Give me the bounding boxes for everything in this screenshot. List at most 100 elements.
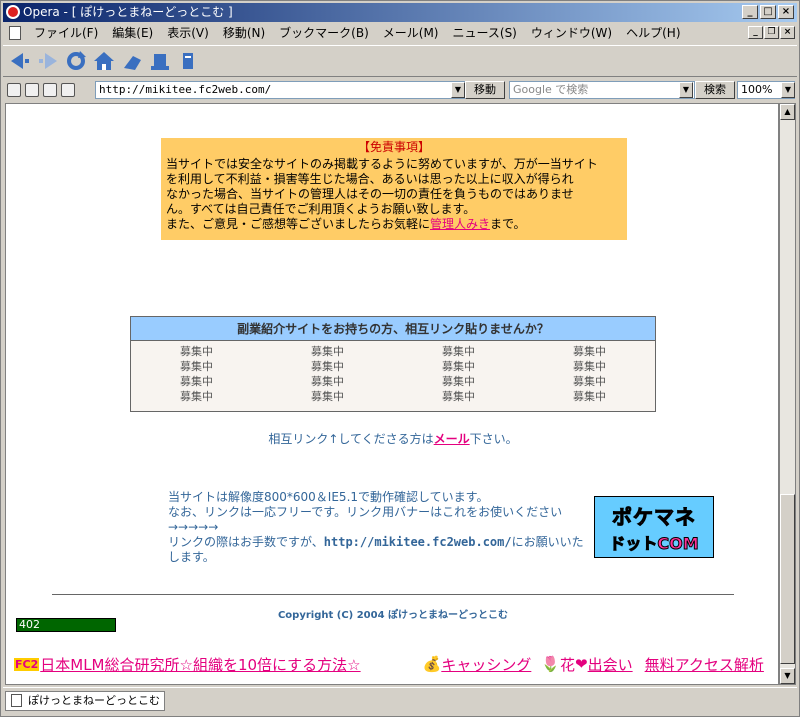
- maximize-button[interactable]: □: [760, 5, 776, 19]
- banner-line2: ドットCOM: [609, 533, 699, 553]
- mutual-prefix: 相互リンク↑してくださる方は: [268, 432, 434, 446]
- recruit-cell: 募集中: [311, 390, 344, 403]
- disclaimer-title: 【免責事項】: [357, 140, 430, 154]
- recruit-cell: 募集中: [180, 345, 213, 358]
- recruit-grid: 募集中 募集中 募集中 募集中 募集中 募集中 募集中 募集中 募集中 募集中 募集中 募集中 募集中募…: [131, 341, 655, 404]
- document-icon: [9, 26, 21, 40]
- recruit-cell: 募集中: [311, 360, 344, 373]
- navigation-toolbar: [3, 45, 797, 77]
- info-line: なお、リンクは一応フリーです。リンク用バナーはこれをお使いください: [168, 505, 563, 519]
- menu-view[interactable]: 表示(V): [160, 23, 216, 43]
- home-icon[interactable]: [93, 50, 115, 72]
- disclaimer-contact-line: また、ご意見・ご感想等ございましたらお気軽に管理人みきまで。: [166, 217, 622, 232]
- cashing-link[interactable]: キャッシング: [441, 654, 531, 675]
- copyright: Copyright (C) 2004 ぽけっとまねーどっとこむ: [277, 610, 509, 621]
- flower-label: 花: [560, 655, 576, 674]
- recruit-cell: 募集中: [442, 360, 475, 373]
- search-engine-dropdown[interactable]: ▼: [679, 82, 693, 98]
- flower-icon: 🌷: [541, 655, 561, 673]
- address-toolbar: http://mikitee.fc2web.com/ ▼ 移動 Google で…: [3, 79, 797, 101]
- info-prefix: リンクの際はお手数ですが、: [168, 535, 324, 549]
- contact-suffix: まで。: [490, 217, 526, 231]
- recruit-cell: 募集中: [573, 345, 606, 358]
- recruit-cell: 募集中: [180, 375, 213, 388]
- scroll-thumb[interactable]: [780, 494, 795, 664]
- banner-line1: ポケマネ: [612, 504, 696, 529]
- recruit-cell: 募集中: [311, 375, 344, 388]
- recruit-cell: 募集中: [573, 375, 606, 388]
- info-line: します。: [168, 550, 215, 564]
- menu-help[interactable]: ヘルプ(H): [619, 23, 687, 43]
- mail-link[interactable]: メール: [434, 432, 470, 446]
- tab-title: ぽけっとまねーどっとこむ: [28, 694, 160, 707]
- menu-edit[interactable]: 編集(E): [105, 23, 160, 43]
- page-icon[interactable]: [43, 83, 57, 97]
- mlm-link[interactable]: 日本MLM総合研究所☆組織を10倍にする方法☆: [40, 654, 360, 675]
- recruit-cell: 募集中: [573, 390, 606, 403]
- info-suffix: にお願いいた: [511, 535, 584, 549]
- link-banner[interactable]: ポケマネ ドットCOM: [594, 496, 714, 558]
- address-dropdown-button[interactable]: ▼: [451, 82, 465, 98]
- page-tab[interactable]: ぽけっとまねーどっとこむ: [5, 691, 165, 711]
- vertical-scrollbar[interactable]: ▲ ▼: [779, 103, 796, 685]
- fc2-footer: FC2 日本MLM総合研究所☆組織を10倍にする方法☆ 💰 キャッシング 🌷 花…: [14, 654, 774, 674]
- minimize-button[interactable]: _: [742, 5, 758, 19]
- menu-navigate[interactable]: 移動(N): [216, 23, 272, 43]
- close-button[interactable]: ×: [778, 5, 794, 19]
- menu-bookmarks[interactable]: ブックマーク(B): [272, 23, 376, 43]
- back-icon[interactable]: [9, 50, 31, 72]
- menu-window[interactable]: ウィンドウ(W): [524, 23, 619, 43]
- heart-icon: ❤: [575, 655, 588, 673]
- cookie-icon[interactable]: [25, 83, 39, 97]
- disclaimer-box: 【免責事項】 当サイトでは安全なサイトのみ掲載するように努めていますが、万が一当…: [161, 138, 627, 240]
- hotlist-icon[interactable]: [149, 50, 171, 72]
- disclaimer-line: 当サイトでは安全なサイトのみ掲載するように努めていますが、万が一当サイト: [166, 157, 598, 171]
- free-analytics-link[interactable]: 無料アクセス解析: [645, 654, 764, 675]
- page-content: 【免責事項】 当サイトでは安全なサイトのみ掲載するように努めていますが、万が一当…: [5, 103, 779, 685]
- wand-icon[interactable]: [121, 50, 143, 72]
- recruit-cell: 募集中: [180, 360, 213, 373]
- mdi-close-button[interactable]: ×: [780, 26, 795, 39]
- forward-icon[interactable]: [37, 50, 59, 72]
- scroll-down-button[interactable]: ▼: [780, 668, 795, 684]
- disclaimer-line: を利用して不利益・損害等生じた場合、あるいは思った以上に収入が得られ: [166, 172, 574, 186]
- reload-icon[interactable]: [65, 50, 87, 72]
- access-counter: 402: [16, 618, 116, 632]
- site-url: http://mikitee.fc2web.com/: [323, 535, 512, 549]
- fc2-logo[interactable]: FC2: [14, 657, 40, 671]
- mutual-link-notice: 相互リンク↑してくださる方はメール下さい。: [6, 430, 778, 447]
- info-line: 当サイトは解像度800*600＆IE5.1で動作確認しています。: [168, 490, 489, 504]
- info-line: リンクの際はお手数ですが、http://mikitee.fc2web.com/に…: [168, 535, 588, 550]
- print-icon[interactable]: [177, 50, 199, 72]
- admin-link[interactable]: 管理人みき: [430, 217, 490, 231]
- recruit-cell: 募集中: [573, 360, 606, 373]
- user-icon[interactable]: [61, 83, 75, 97]
- site-info: 当サイトは解像度800*600＆IE5.1で動作確認しています。 なお、リンクは…: [168, 490, 588, 565]
- document-icon: [11, 694, 22, 707]
- info-arrows: →→→→→: [168, 520, 219, 534]
- address-input[interactable]: http://mikitee.fc2web.com/: [95, 81, 465, 99]
- moneybag-icon: 💰: [422, 655, 442, 673]
- recruit-cell: 募集中: [442, 390, 475, 403]
- window-title: Opera - [ ぽけっとまねーどっとこむ ]: [23, 5, 233, 19]
- disclaimer-line: なかった場合、当サイトの管理人はその一切の責任を負うものではありませ: [166, 187, 574, 201]
- link-recruit-table: 副業紹介サイトをお持ちの方、相互リンク貼りませんか？ 募集中 募集中 募集中 募集中募…: [130, 316, 656, 412]
- title-bar: Opera - [ ぽけっとまねーどっとこむ ] _ □ ×: [3, 3, 797, 22]
- menu-file[interactable]: ファイル(F): [27, 23, 105, 43]
- deai-link[interactable]: 出会い: [588, 654, 633, 675]
- menu-news[interactable]: ニュース(S): [445, 23, 523, 43]
- search-button[interactable]: 検索: [695, 81, 735, 99]
- menu-mail[interactable]: メール(M): [376, 23, 446, 43]
- zoom-dropdown-button[interactable]: ▼: [781, 82, 795, 98]
- security-lock-icon[interactable]: [7, 83, 21, 97]
- go-button[interactable]: 移動: [465, 81, 505, 99]
- mdi-minimize-button[interactable]: _: [748, 26, 763, 39]
- menu-bar: ファイル(F) 編集(E) 表示(V) 移動(N) ブックマーク(B) メール(…: [3, 23, 797, 43]
- status-bar: ぽけっとまねーどっとこむ: [3, 687, 797, 713]
- recruit-heading: 副業紹介サイトをお持ちの方、相互リンク貼りませんか？: [131, 317, 655, 341]
- search-input[interactable]: Google で検索: [509, 81, 695, 99]
- opera-logo-icon: [6, 5, 20, 19]
- mdi-restore-button[interactable]: ❐: [764, 26, 779, 39]
- browser-window: Opera - [ ぽけっとまねーどっとこむ ] _ □ × ファイル(F) 編…: [0, 0, 800, 717]
- scroll-up-button[interactable]: ▲: [780, 104, 795, 120]
